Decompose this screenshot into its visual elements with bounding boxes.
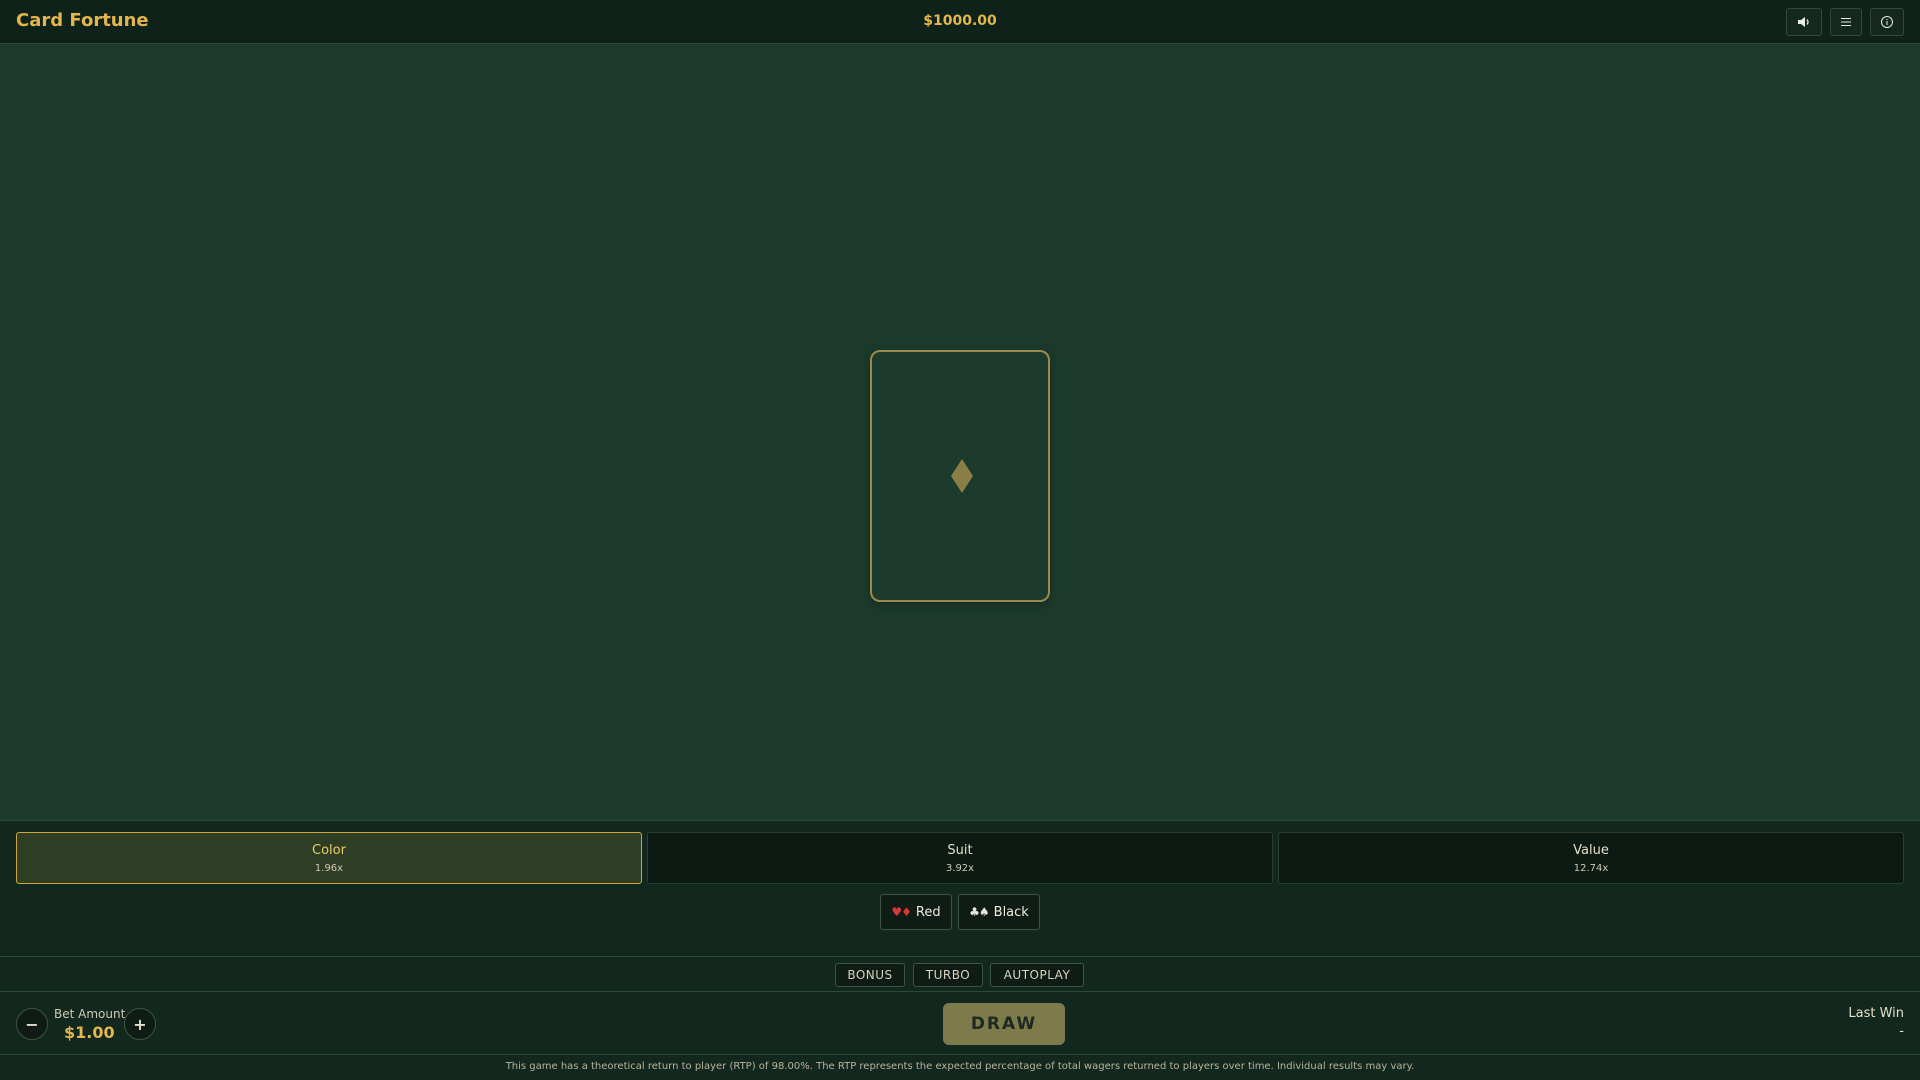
choice-label: Red [915,904,941,920]
info-icon [1880,15,1894,29]
game-table [0,44,1920,820]
bet-type-multiplier: 1.96x [314,863,344,874]
top-bar: Card Fortune $1000.00 [0,0,1920,44]
bet-type-label: Suit [947,843,973,858]
info-button[interactable] [1870,8,1904,36]
balance-display: $1000.00 [923,13,997,29]
menu-button[interactable] [1830,8,1862,36]
bet-type-label: Color [312,843,346,858]
menu-icon [1840,17,1852,27]
choice-red-button[interactable]: ♥♦ Red [880,894,952,930]
rtp-disclaimer: This game has a theoretical return to pl… [0,1054,1920,1080]
bet-amount-label: Bet Amount [54,1007,126,1021]
bet-type-value[interactable]: Value 12.74x [1278,832,1904,884]
draw-button[interactable]: DRAW [943,1003,1065,1045]
bet-panel: Color 1.96x Suit 3.92x Value 12.74x ♥♦ R… [0,820,1920,956]
sound-button[interactable] [1786,8,1822,36]
diamond-icon [950,458,974,498]
black-suits-icon: ♣♠ [969,905,989,919]
bet-type-label: Value [1573,843,1609,858]
choice-label: Black [993,904,1029,920]
turbo-button[interactable]: TURBO [913,963,983,987]
choice-black-button[interactable]: ♣♠ Black [958,894,1040,930]
bet-controls: − Bet Amount $1.00 + DRAW Last Win - [0,992,1920,1054]
bet-type-multiplier: 3.92x [945,863,975,874]
feature-bar: BONUS TURBO AUTOPLAY [0,956,1920,992]
bonus-button[interactable]: BONUS [835,963,905,987]
last-win-label: Last Win [1848,1006,1904,1021]
bet-amount-value: $1.00 [64,1023,115,1042]
bet-type-color[interactable]: Color 1.96x [16,832,642,884]
last-win-value: - [1899,1024,1904,1039]
bet-type-multiplier: 12.74x [1573,863,1609,874]
game-title: Card Fortune [16,10,149,31]
increase-bet-button[interactable]: + [124,1008,156,1040]
face-down-card [870,350,1050,602]
red-suits-icon: ♥♦ [891,905,911,919]
decrease-bet-button[interactable]: − [16,1008,48,1040]
speaker-icon [1797,16,1811,28]
bet-type-suit[interactable]: Suit 3.92x [647,832,1273,884]
autoplay-button[interactable]: AUTOPLAY [990,963,1084,987]
